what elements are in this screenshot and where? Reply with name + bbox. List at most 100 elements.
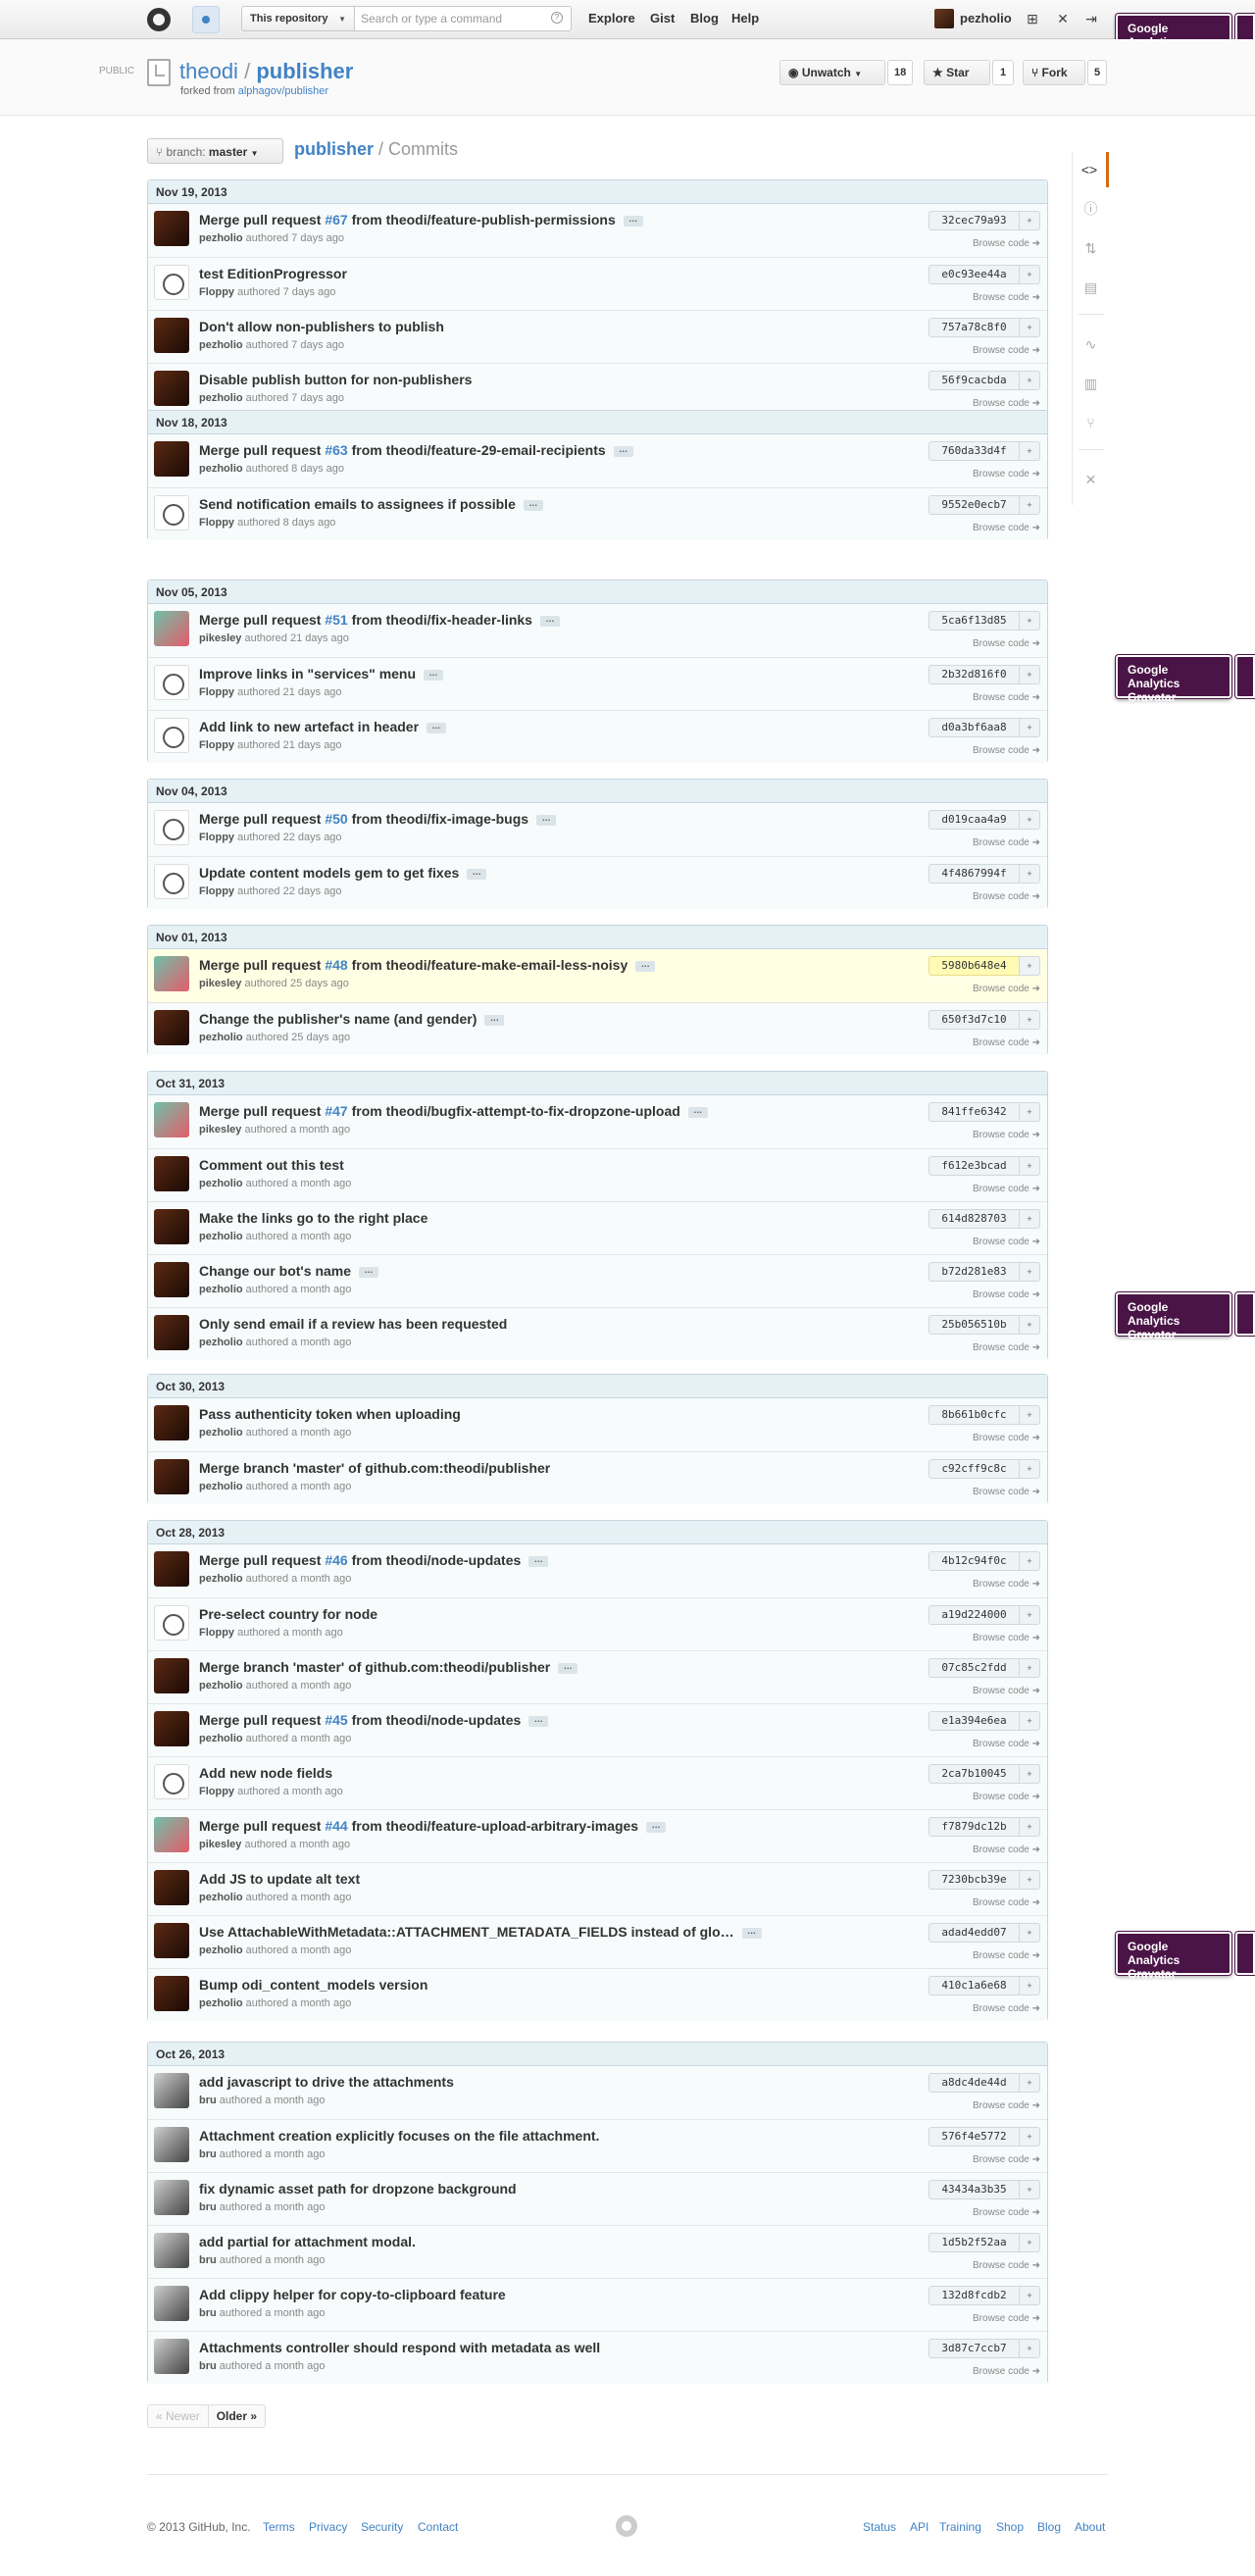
expand-message-button[interactable]: … [424, 668, 444, 681]
commit-sha-button[interactable]: 07c85c2fdd [929, 1658, 1020, 1678]
commit-message-text[interactable]: Pre-select country for node [199, 1606, 377, 1622]
stars-count[interactable]: 1 [992, 60, 1014, 85]
expand-message-button[interactable]: … [623, 214, 643, 227]
browse-code-link[interactable]: Browse code ➜ [973, 1130, 1040, 1140]
browse-code-link[interactable]: Browse code ➜ [973, 2313, 1040, 2324]
browse-code-link[interactable]: Browse code ➜ [973, 1792, 1040, 1802]
commit-message-text[interactable]: Update content models gem to get fixes [199, 865, 459, 881]
commit-message-text[interactable]: Merge pull request [199, 957, 325, 973]
expand-message-button[interactable]: … [528, 1554, 549, 1567]
browse-code-link[interactable]: Browse code ➜ [973, 2100, 1040, 2111]
commit-message-text[interactable]: Attachment creation explicitly focuses o… [199, 2128, 599, 2144]
pull-request-link[interactable]: #45 [325, 1712, 347, 1728]
commit-sha-button[interactable]: 614d828703 [929, 1209, 1020, 1229]
avatar[interactable] [154, 1976, 189, 2011]
copy-sha-icon[interactable]: + [1019, 2127, 1040, 2147]
avatar[interactable] [154, 2339, 189, 2374]
commit-sha-button[interactable]: 4b12c94f0c [929, 1551, 1020, 1571]
commit-message-text[interactable]: Use AttachableWithMetadata::ATTACHMENT_M… [199, 1924, 734, 1940]
commit-author[interactable]: pezholio [199, 1284, 243, 1295]
pull-request-link[interactable]: #46 [325, 1552, 347, 1568]
footer-link-shop[interactable]: Shop [996, 2520, 1024, 2534]
expand-message-button[interactable]: … [613, 444, 633, 457]
commit-author[interactable]: Floppy [199, 286, 234, 298]
commit-author[interactable]: pikesley [199, 1839, 241, 1850]
browse-code-link[interactable]: Browse code ➜ [973, 1433, 1040, 1443]
avatar[interactable] [154, 2286, 189, 2321]
commit-sha-button[interactable]: 8b661b0cfc [929, 1405, 1020, 1425]
watchers-count[interactable]: 18 [887, 60, 913, 85]
copy-sha-icon[interactable]: + [1019, 2339, 1040, 2358]
avatar[interactable] [154, 956, 189, 991]
commit-message-text[interactable]: Merge pull request [199, 442, 325, 458]
avatar[interactable] [154, 1262, 189, 1297]
copy-sha-icon[interactable]: + [1019, 1711, 1040, 1731]
copy-sha-icon[interactable]: + [1019, 371, 1040, 390]
issues-icon[interactable]: ⓘ [1073, 191, 1109, 227]
browse-code-link[interactable]: Browse code ➜ [973, 1037, 1040, 1048]
commit-sha-button[interactable]: a8dc4de44d [929, 2073, 1020, 2093]
commit-message-text[interactable]: Comment out this test [199, 1157, 344, 1173]
settings-icon[interactable]: ✕ [1054, 10, 1072, 27]
commit-message-suffix[interactable]: from theodi/fix-header-links [348, 612, 532, 628]
browse-code-link[interactable]: Browse code ➜ [973, 692, 1040, 703]
commit-message-text[interactable]: Merge pull request [199, 811, 325, 827]
commit-message-text[interactable]: Don't allow non-publishers to publish [199, 319, 444, 334]
commit-sha-button[interactable]: 5ca6f13d85 [929, 611, 1020, 631]
browse-code-link[interactable]: Browse code ➜ [973, 1579, 1040, 1590]
browse-code-link[interactable]: Browse code ➜ [973, 745, 1040, 756]
commit-message-text[interactable]: Merge pull request [199, 1712, 325, 1728]
copy-sha-icon[interactable]: + [1019, 441, 1040, 461]
copy-sha-icon[interactable]: + [1019, 611, 1040, 631]
commit-author[interactable]: bru [199, 2201, 217, 2213]
older-button[interactable]: Older » [209, 2405, 265, 2427]
commit-sha-button[interactable]: 32cec79a93 [929, 211, 1020, 230]
commit-author[interactable]: Floppy [199, 686, 234, 698]
avatar[interactable] [154, 864, 189, 899]
commit-sha-button[interactable]: 2b32d816f0 [929, 665, 1020, 684]
copy-sha-icon[interactable]: + [1019, 1923, 1040, 1943]
commit-author[interactable]: pezholio [199, 1427, 243, 1439]
pull-request-link[interactable]: #50 [325, 811, 347, 827]
copy-sha-icon[interactable]: + [1019, 2180, 1040, 2199]
commit-author[interactable]: pezholio [199, 463, 243, 475]
avatar[interactable] [154, 441, 189, 477]
commit-message-text[interactable]: Add JS to update alt text [199, 1871, 360, 1887]
expand-message-button[interactable]: … [427, 721, 447, 733]
avatar[interactable] [154, 1010, 189, 1045]
commit-sha-button[interactable]: d0a3bf6aa8 [929, 718, 1020, 737]
commit-author[interactable]: pezholio [199, 1945, 243, 1956]
avatar[interactable] [154, 495, 189, 530]
footer-link-status[interactable]: Status [863, 2520, 896, 2534]
ghostery-tab[interactable] [1235, 1292, 1255, 1336]
avatar[interactable] [154, 1315, 189, 1350]
commit-message-text[interactable]: add javascript to drive the attachments [199, 2074, 454, 2090]
commit-author[interactable]: pezholio [199, 1680, 243, 1692]
commit-author[interactable]: bru [199, 2254, 217, 2266]
avatar[interactable] [154, 318, 189, 353]
commit-author[interactable]: pezholio [199, 1032, 243, 1043]
avatar[interactable] [154, 2180, 189, 2215]
avatar[interactable] [154, 1658, 189, 1693]
commit-author[interactable]: pezholio [199, 1892, 243, 1903]
avatar[interactable] [154, 1102, 189, 1137]
commit-sha-button[interactable]: 132d8fcdb2 [929, 2286, 1020, 2305]
copy-sha-icon[interactable]: + [1019, 495, 1040, 515]
avatar[interactable] [154, 718, 189, 753]
copy-sha-icon[interactable]: + [1019, 2073, 1040, 2093]
commit-message-text[interactable]: Make the links go to the right place [199, 1210, 427, 1226]
copy-sha-icon[interactable]: + [1019, 1010, 1040, 1030]
commit-message-text[interactable]: Add clippy helper for copy-to-clipboard … [199, 2287, 506, 2302]
commit-author[interactable]: bru [199, 2095, 217, 2106]
repo-owner-link[interactable]: theodi [179, 59, 238, 83]
nav-blog[interactable]: Blog [690, 11, 719, 25]
commit-sha-button[interactable]: 2ca7b10045 [929, 1764, 1020, 1784]
ghostery-popup[interactable]: Google AnalyticsGravatar [1116, 1292, 1231, 1341]
footer-link-api[interactable]: API [910, 2520, 929, 2534]
footer-link-security[interactable]: Security [361, 2520, 403, 2534]
create-repo-icon[interactable]: ⊞ [1024, 10, 1041, 27]
copy-sha-icon[interactable]: + [1019, 1605, 1040, 1625]
search-scope-select[interactable]: This repository ▼ [241, 6, 355, 31]
browse-code-link[interactable]: Browse code ➜ [973, 2260, 1040, 2271]
copy-sha-icon[interactable]: + [1019, 1459, 1040, 1479]
